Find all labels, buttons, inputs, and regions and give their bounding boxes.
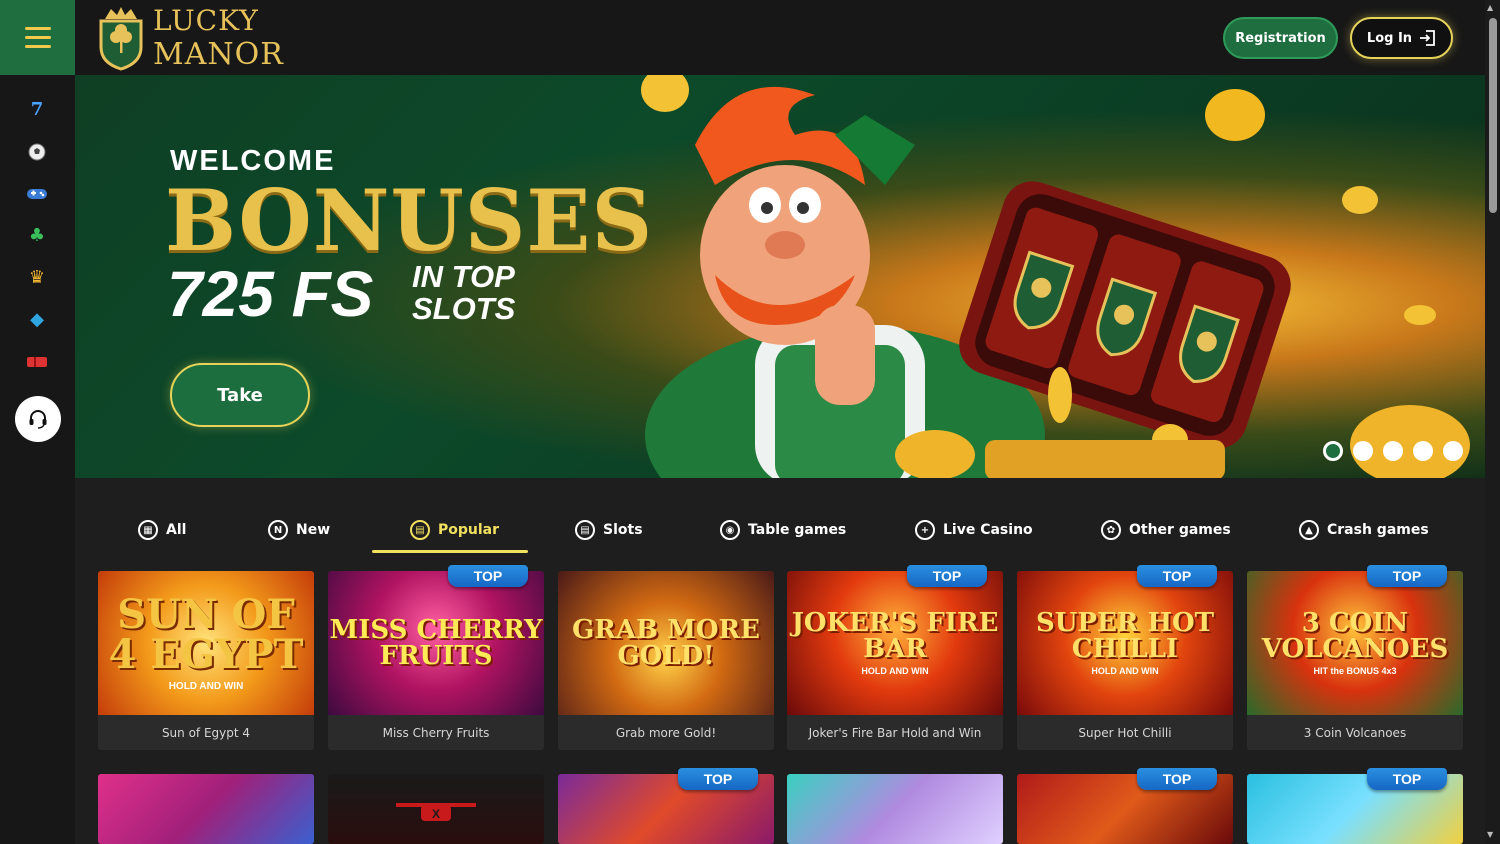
game-card[interactable] (98, 774, 314, 844)
banner-in-top-slots: IN TOP SLOTS (412, 259, 516, 326)
tab-all[interactable]: ▦ All (138, 520, 186, 540)
game-card[interactable]: SUN OF 4 EGYPT HOLD AND WIN Sun of Egypt… (98, 571, 314, 750)
top-bar: LUCKY MANOR Registration Log In (0, 0, 1485, 75)
game-thumbnail (98, 774, 314, 844)
headset-icon (29, 410, 47, 429)
game-thumbnail: SUPER HOT CHILLI HOLD AND WIN (1017, 571, 1233, 715)
game-thumbnail: SUN OF 4 EGYPT HOLD AND WIN (98, 571, 314, 715)
hamburger-icon (24, 24, 51, 51)
game-title: Miss Cherry Fruits (328, 715, 544, 750)
game-category-tabs: ▦ All N New ▤ Popular ▤ Slots ◉ Table ga… (75, 478, 1485, 558)
take-bonus-button[interactable]: Take (170, 363, 310, 427)
soccer-ball-icon[interactable] (26, 141, 48, 163)
banner-free-spins: 725 FS (167, 258, 374, 330)
promo-banner[interactable]: WELCOME BONUSES 725 FS IN TOP SLOTS Take (75, 75, 1485, 478)
game-card[interactable] (787, 774, 1003, 844)
scrollbar-thumb[interactable] (1489, 18, 1497, 213)
registration-button[interactable]: Registration (1223, 17, 1338, 59)
login-label: Log In (1366, 30, 1413, 46)
clover-shield-icon (99, 7, 143, 71)
tab-popular[interactable]: ▤ Popular (410, 520, 499, 540)
login-arrow-icon (1420, 30, 1435, 46)
game-title: Super Hot Chilli (1017, 715, 1233, 750)
game-card[interactable]: 3 COIN VOLCANOES HIT the BONUS 4x3 3 Coi… (1247, 571, 1463, 750)
game-thumbnail: JOKER'S FIRE BAR HOLD AND WIN (787, 571, 1003, 715)
other-games-icon: ✿ (1101, 520, 1121, 540)
slide-dot-3[interactable] (1383, 441, 1403, 461)
ticket-icon[interactable] (26, 351, 48, 373)
tab-new[interactable]: N New (268, 520, 330, 540)
game-title: Grab more Gold! (558, 715, 774, 750)
banner-pagination (1323, 441, 1463, 461)
slots-icon: ▤ (575, 520, 595, 540)
tab-crash-games[interactable]: ▲ Crash games (1299, 520, 1429, 540)
slide-dot-4[interactable] (1413, 441, 1433, 461)
top-badge: TOP (678, 768, 758, 790)
game-thumbnail (787, 774, 1003, 844)
game-thumbnail: X (328, 774, 544, 844)
game-card[interactable]: MISS CHERRY FRUITS Miss Cherry Fruits (328, 571, 544, 750)
sidebar: 7 ♣ ♛ ◆ (0, 75, 75, 844)
banner-bonuses: BONUSES (165, 171, 654, 270)
gem-icon[interactable]: ◆ (26, 309, 48, 331)
game-thumbnail: GRAB MORE GOLD! (558, 571, 774, 715)
game-card[interactable]: X (328, 774, 544, 844)
chip-icon: ◉ (720, 520, 740, 540)
tab-table-games[interactable]: ◉ Table games (720, 520, 846, 540)
tab-live-casino[interactable]: + Live Casino (915, 520, 1033, 540)
game-title: Sun of Egypt 4 (98, 715, 314, 750)
game-title: 3 Coin Volcanoes (1247, 715, 1463, 750)
game-title: Joker's Fire Bar Hold and Win (787, 715, 1003, 750)
top-badge: TOP (448, 565, 528, 587)
top-badge: TOP (1367, 768, 1447, 790)
slide-dot-1[interactable] (1323, 441, 1343, 461)
scroll-down-arrow-icon[interactable]: ▼ (1487, 830, 1493, 839)
crown-icon[interactable]: ♛ (26, 267, 48, 289)
login-button[interactable]: Log In (1350, 17, 1453, 59)
top-badge: TOP (1137, 565, 1217, 587)
scroll-up-arrow-icon[interactable]: ▲ (1487, 3, 1493, 12)
game-thumbnail: 3 COIN VOLCANOES HIT the BONUS 4x3 (1247, 571, 1463, 715)
site-logo[interactable]: LUCKY MANOR (97, 2, 284, 74)
gamepad-icon[interactable] (26, 183, 48, 205)
slide-dot-2[interactable] (1353, 441, 1373, 461)
grid-icon: ▦ (138, 520, 158, 540)
top-badge: TOP (907, 565, 987, 587)
live-icon: + (915, 520, 935, 540)
drone-icon: X (396, 803, 476, 821)
game-card[interactable]: JOKER'S FIRE BAR HOLD AND WIN Joker's Fi… (787, 571, 1003, 750)
slide-dot-5[interactable] (1443, 441, 1463, 461)
slot-seven-icon[interactable]: 7 (26, 99, 48, 121)
new-badge-icon: N (268, 520, 288, 540)
game-thumbnail: MISS CHERRY FRUITS (328, 571, 544, 715)
game-card[interactable]: SUPER HOT CHILLI HOLD AND WIN Super Hot … (1017, 571, 1233, 750)
logo-wordmark: LUCKY MANOR (153, 4, 284, 72)
svg-text:X: X (432, 807, 440, 821)
game-card[interactable]: GRAB MORE GOLD! Grab more Gold! (558, 571, 774, 750)
popular-icon: ▤ (410, 520, 430, 540)
tab-slots[interactable]: ▤ Slots (575, 520, 643, 540)
support-button[interactable] (15, 396, 61, 442)
clover-icon[interactable]: ♣ (26, 225, 48, 247)
top-badge: TOP (1137, 768, 1217, 790)
menu-button[interactable] (0, 0, 75, 75)
tab-other-games[interactable]: ✿ Other games (1101, 520, 1231, 540)
active-tab-indicator (372, 550, 528, 553)
crash-icon: ▲ (1299, 520, 1319, 540)
top-badge: TOP (1367, 565, 1447, 587)
